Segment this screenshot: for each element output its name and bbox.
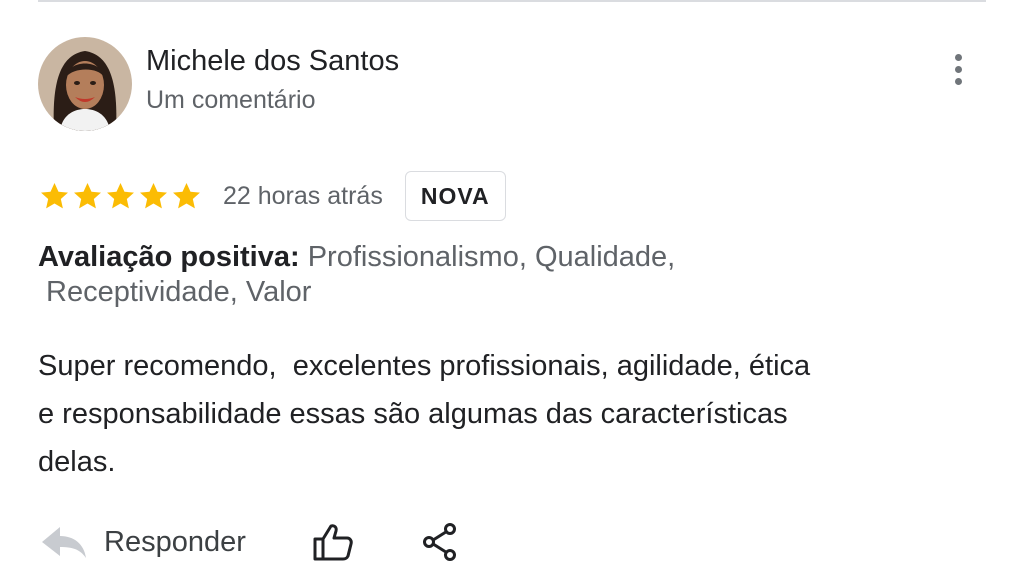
star-icon <box>74 182 101 208</box>
star-icon <box>107 182 134 208</box>
rating-row: 22 horas atrás NOVA <box>38 170 506 222</box>
reviewer-subtitle: Um comentário <box>146 86 316 114</box>
positive-values-line1: Profissionalismo, Qualidade, <box>307 241 676 273</box>
star-icon <box>173 182 200 208</box>
more-dot <box>954 77 962 85</box>
positive-values-line2: Receptividade, Valor <box>46 276 312 308</box>
review-actions: Responder <box>38 512 458 572</box>
avatar-image <box>38 37 132 131</box>
comment-line: Super recomendo, excelentes profissionai… <box>38 350 811 382</box>
more-dot <box>954 65 962 73</box>
reviewer-name[interactable]: Michele dos Santos <box>146 42 399 80</box>
more-dot <box>954 53 962 61</box>
positive-aspects: Avaliação positiva: Profissionalismo, Qu… <box>38 240 778 310</box>
share-icon <box>422 523 456 561</box>
more-vert-icon[interactable] <box>942 49 974 89</box>
reply-button[interactable]: Responder <box>38 522 246 562</box>
thumb-up-icon <box>313 524 353 561</box>
reply-label: Responder <box>104 525 246 558</box>
like-button[interactable] <box>312 522 354 562</box>
reply-arrow-icon <box>42 527 86 558</box>
reviewer-avatar[interactable] <box>38 37 132 131</box>
review-header: Michele dos Santos Um comentário <box>38 37 986 131</box>
share-button[interactable] <box>422 522 458 562</box>
comment-line: delas. <box>38 446 116 478</box>
star-rating <box>38 180 203 213</box>
star-icon <box>140 182 167 208</box>
review-comment: Super recomendo, excelentes profissionai… <box>38 342 938 486</box>
review-time: 22 horas atrás <box>223 181 383 210</box>
positive-label: Avaliação positiva: <box>38 241 300 273</box>
star-icon <box>41 182 68 208</box>
top-divider <box>38 0 986 2</box>
new-badge: NOVA <box>404 171 506 221</box>
comment-line: e responsabilidade essas são algumas das… <box>38 398 788 430</box>
